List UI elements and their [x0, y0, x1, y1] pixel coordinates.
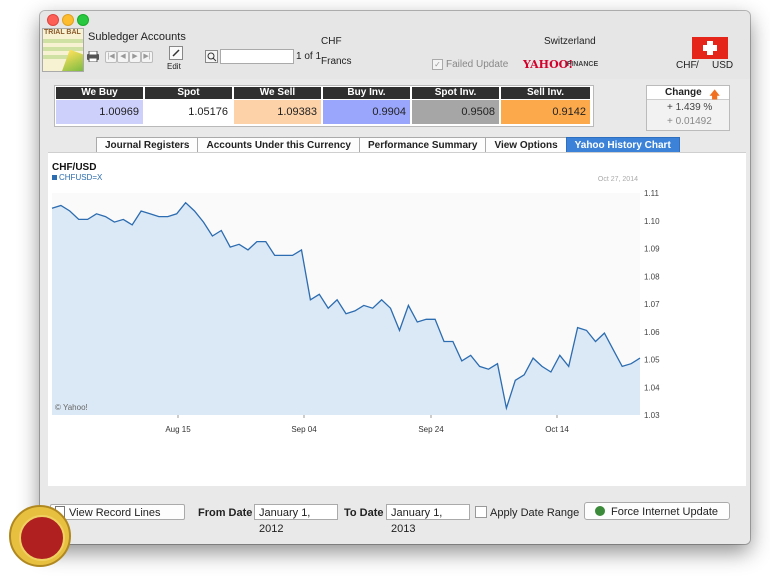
- y-tick-label: 1.03: [644, 411, 660, 420]
- seal-logo: [9, 505, 71, 567]
- to-date-field[interactable]: January 1, 2013: [386, 504, 470, 535]
- page-counter: 1 of 1: [296, 51, 322, 62]
- apply-date-range-label: Apply Date Range: [490, 507, 580, 519]
- view-record-lines-label: View Record Lines: [69, 507, 161, 519]
- close-window-button[interactable]: [47, 14, 59, 26]
- change-value: + 0.01492: [667, 116, 712, 127]
- tab-bar: Journal Registers Accounts Under this Cu…: [96, 137, 680, 153]
- y-tick-label: 1.05: [644, 356, 660, 365]
- trial-balance-text: TRIAL BAL: [44, 29, 81, 36]
- x-tick-label: Aug 15: [165, 425, 191, 434]
- apply-date-range-checkbox[interactable]: [475, 506, 487, 518]
- last-record-button[interactable]: ▶|: [141, 51, 153, 63]
- y-tick-label: 1.10: [644, 217, 660, 226]
- rate-header: We Sell: [234, 87, 321, 99]
- y-tick-label: 1.11: [644, 189, 660, 198]
- y-tick-label: 1.06: [644, 328, 660, 337]
- tab-performance-summary[interactable]: Performance Summary: [358, 137, 486, 153]
- rate-header: Spot Inv.: [412, 87, 499, 99]
- globe-icon: [595, 506, 605, 516]
- x-tick-label: Oct 14: [545, 425, 569, 434]
- prev-record-button[interactable]: ◀: [117, 51, 129, 63]
- pair-to: USD: [712, 60, 734, 71]
- tab-journal-registers[interactable]: Journal Registers: [96, 137, 198, 153]
- app-window: TRIAL BAL Subledger Accounts |◀ ◀ ▶ ▶| E…: [40, 11, 750, 544]
- tab-view-options[interactable]: View Options: [485, 137, 566, 153]
- view-record-lines-button[interactable]: View Record Lines: [50, 504, 185, 520]
- change-box: Change 🡅 + 1.439 % + 0.01492: [646, 85, 730, 131]
- pair-from: CHF: [676, 60, 697, 71]
- minimize-window-button[interactable]: [62, 14, 74, 26]
- print-icon[interactable]: [86, 50, 100, 63]
- chart-title: CHF/USD: [52, 162, 96, 173]
- search-input[interactable]: [220, 49, 294, 64]
- buy-inv-value: 0.9904: [323, 100, 410, 124]
- y-tick-label: 1.08: [644, 272, 660, 281]
- history-chart: 1.11 1.10 1.09 1.08 1.07 1.06 1.05 1.04 1.03 Aug…: [51, 162, 660, 434]
- rate-header: We Buy: [56, 87, 143, 99]
- tab-accounts-under-currency[interactable]: Accounts Under this Currency: [197, 137, 359, 153]
- y-tick-label: 1.09: [644, 245, 660, 254]
- tab-yahoo-history-chart[interactable]: Yahoo History Chart: [565, 137, 680, 153]
- failed-update-checkbox[interactable]: ✓: [432, 59, 443, 70]
- next-record-button[interactable]: ▶: [129, 51, 141, 63]
- chart-date-label: Oct 27, 2014: [598, 176, 638, 183]
- failed-update-label: Failed Update: [446, 59, 509, 70]
- rate-header: Spot: [145, 87, 232, 99]
- change-label: Change: [665, 87, 702, 98]
- x-tick-label: Sep 04: [291, 425, 317, 434]
- currency-code: CHF: [321, 36, 342, 47]
- chart-copyright: © Yahoo!: [55, 403, 88, 412]
- we-buy-value: 1.00969: [56, 100, 143, 124]
- legend-swatch: [52, 175, 57, 180]
- spot-inv-value: 0.9508: [412, 100, 499, 124]
- force-update-label: Force Internet Update: [611, 506, 719, 518]
- country-name: Switzerland: [544, 36, 596, 47]
- pair-separator: /: [696, 60, 699, 71]
- bottom-bar: View Record Lines From Date January 1, 2…: [40, 496, 750, 544]
- sell-inv-value: 0.9142: [501, 100, 590, 124]
- yahoo-finance-label: FINANCE: [567, 61, 599, 68]
- spot-value: 1.05176: [145, 100, 232, 124]
- zoom-window-button[interactable]: [77, 14, 89, 26]
- force-update-button[interactable]: Force Internet Update: [584, 502, 730, 520]
- edit-icon[interactable]: [169, 46, 183, 60]
- currency-name: Francs: [321, 56, 352, 67]
- trial-balance-icon: TRIAL BAL: [42, 28, 84, 72]
- from-date-field[interactable]: January 1, 2012: [254, 504, 338, 535]
- first-record-button[interactable]: |◀: [105, 51, 117, 63]
- we-sell-value: 1.09383: [234, 100, 321, 124]
- y-tick-label: 1.07: [644, 300, 660, 309]
- to-date-label: To Date: [344, 507, 384, 519]
- change-percent: + 1.439 %: [667, 102, 713, 113]
- y-tick-label: 1.04: [644, 383, 660, 392]
- edit-label: Edit: [167, 62, 181, 71]
- rates-table: We Buy Spot We Sell Buy Inv. Spot Inv. S…: [54, 85, 594, 127]
- x-tick-label: Sep 24: [418, 425, 444, 434]
- yahoo-logo: YAHOO!: [523, 58, 574, 71]
- rate-header: Buy Inv.: [323, 87, 410, 99]
- search-icon[interactable]: [205, 50, 218, 63]
- header: TRIAL BAL Subledger Accounts |◀ ◀ ▶ ▶| E…: [40, 11, 750, 79]
- window-title: Subledger Accounts: [88, 31, 186, 43]
- change-header: Change 🡅: [647, 86, 729, 101]
- rate-header: Sell Inv.: [501, 87, 590, 99]
- swiss-flag-icon: [692, 37, 728, 59]
- from-date-label: From Date: [198, 507, 253, 519]
- chart-panel: 1.11 1.10 1.09 1.08 1.07 1.06 1.05 1.04 1.03 Aug…: [48, 152, 746, 486]
- legend-label: CHFUSD=X: [59, 173, 103, 182]
